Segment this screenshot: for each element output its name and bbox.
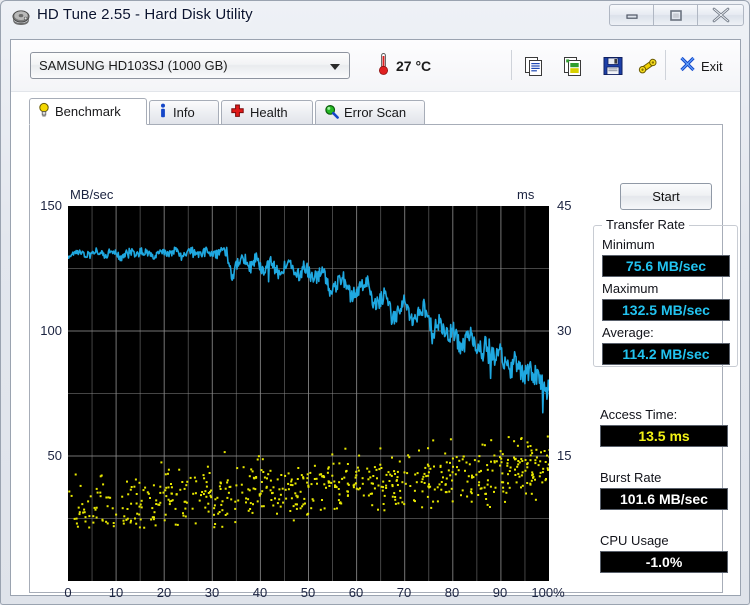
cpu-usage-value-box: -1.0% [600,551,728,573]
benchmark-chart [68,206,549,581]
x-tick-30: 30 [204,585,220,600]
red-cross-icon [230,104,245,122]
y-tick-right-15: 15 [557,448,572,463]
start-button[interactable]: Start [620,183,712,210]
copy-text-icon[interactable] [523,54,547,78]
maximize-button[interactable] [653,4,698,26]
y-tick-right-45: 45 [557,198,572,213]
temperature-value: 27 °C [396,58,432,74]
x-tick-0: 0 [64,585,72,600]
tab-benchmark[interactable]: Benchmark [29,98,147,125]
transfer-rate-title: Transfer Rate [602,217,689,232]
hard-disk-icon [11,8,31,28]
burst-rate-label: Burst Rate [600,470,662,485]
drive-select[interactable]: SAMSUNG HD103SJ (1000 GB) [30,52,350,79]
client-area: SAMSUNG HD103SJ (1000 GB) 27 °C Exit Ben… [10,39,741,600]
x-tick-100: 100% [531,585,565,600]
x-tick-50: 50 [300,585,316,600]
y-tick-left-50: 50 [47,448,62,463]
maximum-value: 132.5 MB/sec [622,302,710,318]
exit-button[interactable]: Exit [679,53,723,79]
benchmark-panel: MB/sec ms 150 100 50 45 30 15 0 10 20 30… [29,125,738,600]
temperature-display: 27 °C [377,52,432,81]
y-axis-left-unit: MB/sec [70,187,114,202]
tab-benchmark-label: Benchmark [55,104,121,119]
exit-label: Exit [701,58,723,74]
minimize-icon [610,5,653,25]
x-tick-80: 80 [444,585,460,600]
chart-canvas [68,206,549,581]
magnifier-icon [324,104,339,122]
tab-bar: Benchmark Info Health Error Scan [29,98,723,125]
tab-info[interactable]: Info [149,100,219,125]
average-value: 114.2 MB/sec [622,346,710,362]
maximum-label: Maximum [602,281,659,296]
cpu-usage-label: CPU Usage [600,533,669,548]
maximum-value-box: 132.5 MB/sec [602,299,730,321]
info-icon [158,103,168,122]
drive-select-label: SAMSUNG HD103SJ (1000 GB) [39,58,228,73]
toolbar-separator [511,50,512,80]
chevron-down-icon [330,64,340,70]
start-button-label: Start [652,189,680,204]
toolbar: SAMSUNG HD103SJ (1000 GB) 27 °C Exit [11,40,740,92]
close-button[interactable] [697,4,744,26]
save-icon[interactable] [601,54,625,78]
access-time-value: 13.5 ms [638,428,690,444]
title-bar: HD Tune 2.55 - Hard Disk Utility [1,1,750,35]
app-window: HD Tune 2.55 - Hard Disk Utility SAMSUNG… [0,0,750,605]
y-tick-left-100: 100 [40,323,62,338]
tab-health[interactable]: Health [221,100,313,125]
x-tick-40: 40 [252,585,268,600]
lightbulb-icon [38,102,50,121]
copy-image-icon[interactable] [562,54,586,78]
close-x-icon [679,56,696,76]
tab-error-scan[interactable]: Error Scan [315,100,425,125]
x-tick-60: 60 [348,585,364,600]
cpu-usage-value: -1.0% [645,554,683,570]
minimum-value: 75.6 MB/sec [625,258,707,274]
x-tick-90: 90 [492,585,508,600]
tab-info-label: Info [173,105,195,120]
y-axis-right-unit: ms [517,187,535,202]
burst-rate-value: 101.6 MB/sec [620,491,708,507]
average-label: Average: [602,325,654,340]
thermometer-icon [377,52,390,81]
access-time-value-box: 13.5 ms [600,425,728,447]
tab-error-scan-label: Error Scan [344,105,407,120]
settings-icon[interactable] [636,54,660,78]
burst-rate-value-box: 101.6 MB/sec [600,488,728,510]
x-tick-10: 10 [108,585,124,600]
window-title: HD Tune 2.55 - Hard Disk Utility [37,6,253,23]
maximize-icon [654,5,697,25]
toolbar-separator [665,50,666,80]
y-tick-right-30: 30 [557,323,572,338]
close-icon [698,5,743,25]
minimum-value-box: 75.6 MB/sec [602,255,730,277]
tab-health-label: Health [250,105,288,120]
access-time-label: Access Time: [600,407,678,422]
x-tick-20: 20 [156,585,172,600]
average-value-box: 114.2 MB/sec [602,343,730,365]
y-tick-left-150: 150 [40,198,62,213]
x-tick-70: 70 [396,585,412,600]
minimum-label: Minimum [602,237,655,252]
minimize-button[interactable] [609,4,654,26]
